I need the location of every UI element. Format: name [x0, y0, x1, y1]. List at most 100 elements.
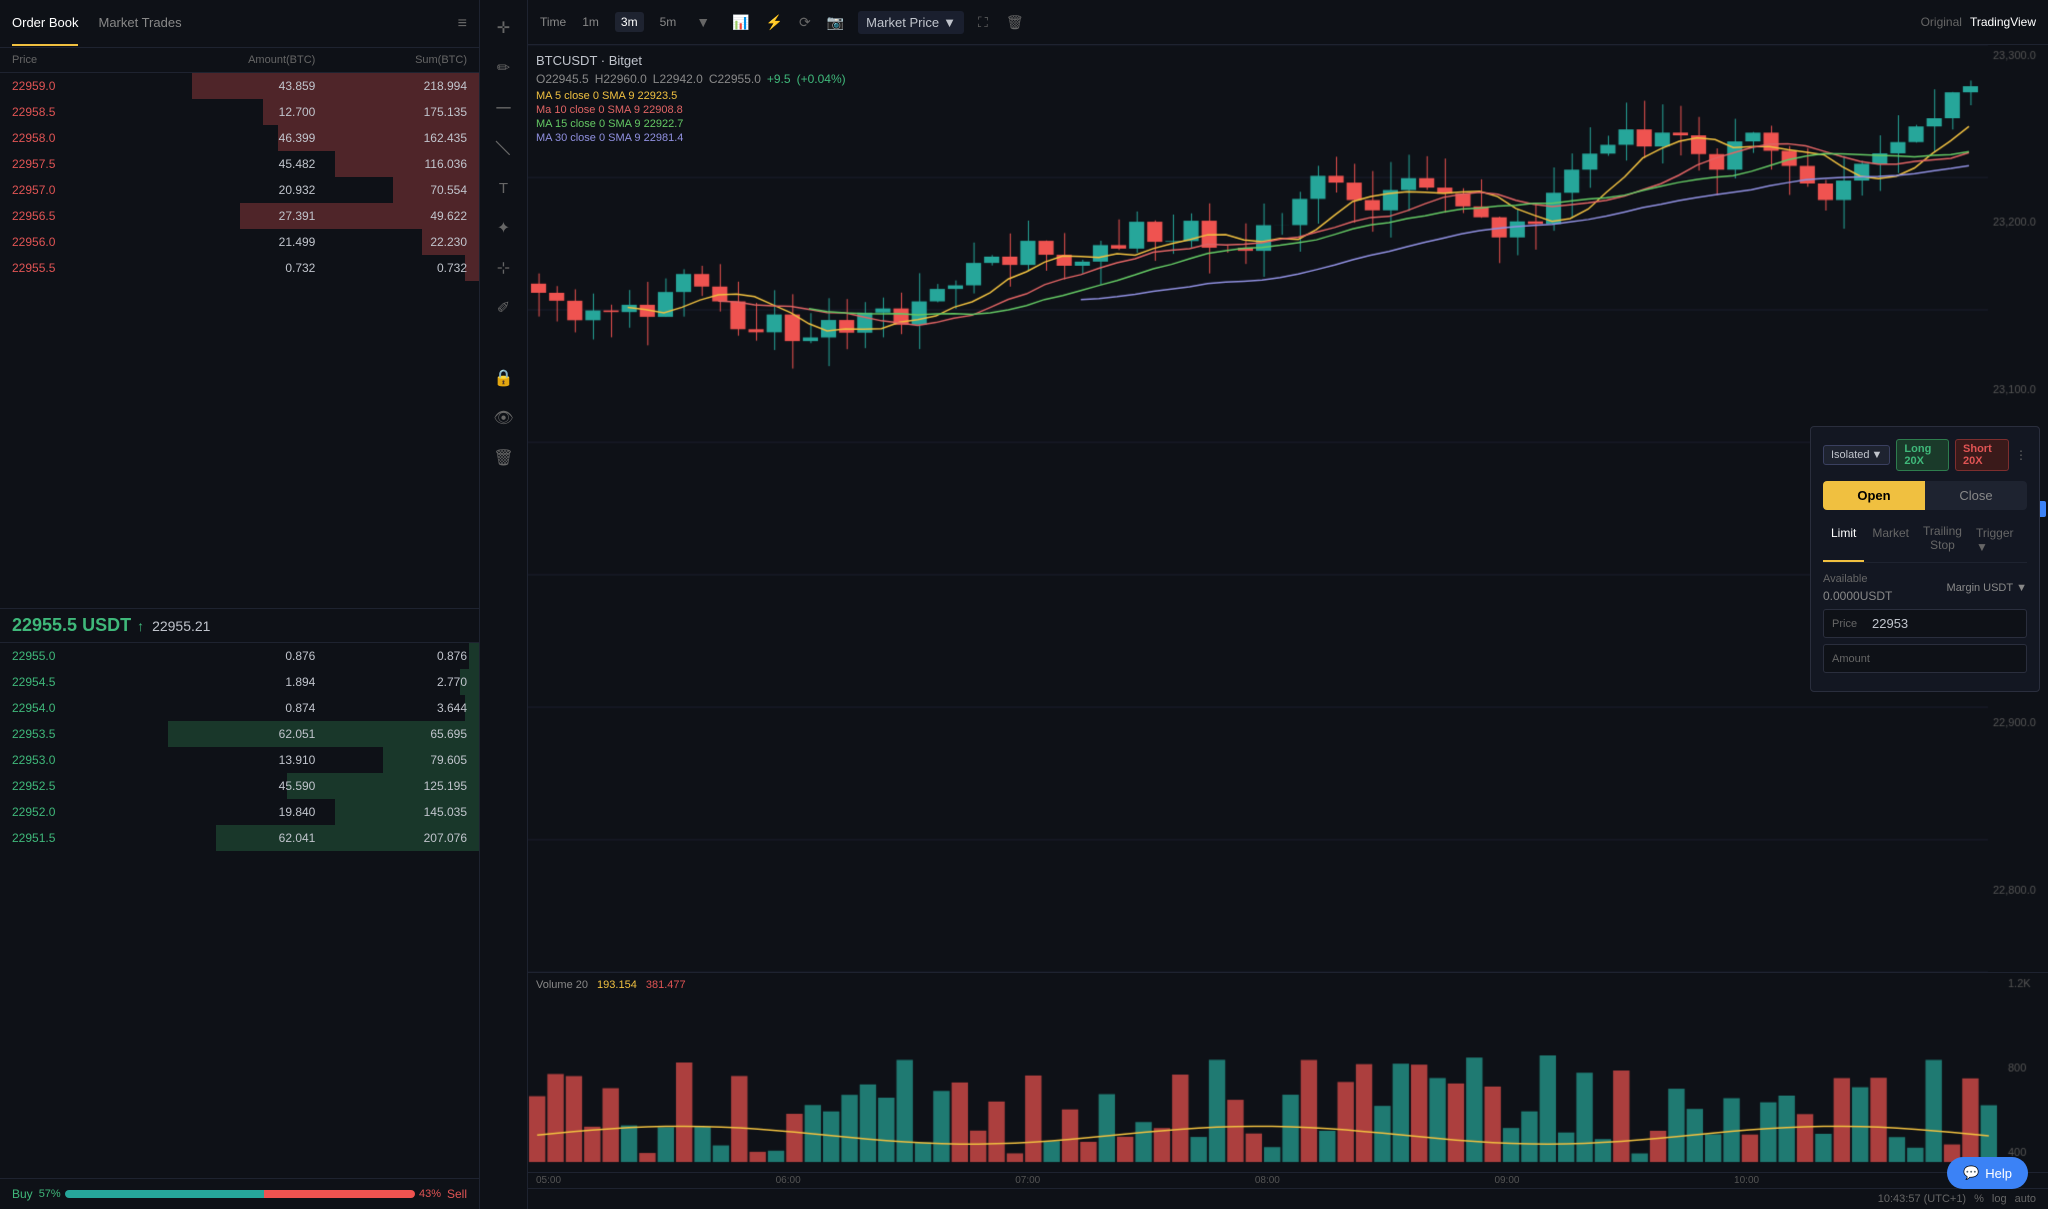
- time-axis-label: 08:00: [1255, 1175, 1280, 1186]
- sell-amount: 43.859: [164, 79, 316, 93]
- time-axis-label: 07:00: [1015, 1175, 1040, 1186]
- auto-label: auto: [2015, 1193, 2036, 1205]
- node-tool[interactable]: ⊹: [486, 250, 522, 286]
- lock-tool[interactable]: 🔒: [486, 360, 522, 396]
- sell-price: 22957.0: [12, 183, 164, 197]
- log-label: log: [1992, 1193, 2007, 1205]
- camera-icon[interactable]: 📷: [823, 12, 848, 33]
- trigger-label: Trigger: [1976, 526, 2014, 540]
- cursor-tool[interactable]: ✛: [486, 10, 522, 46]
- spread-bar: 22955.5 USDT ↑ 22955.21: [0, 608, 479, 643]
- isolated-btn[interactable]: Isolated ▼: [1823, 445, 1890, 465]
- buy-price: 22953.5: [12, 727, 164, 741]
- price-input-row[interactable]: Price USDT: [1823, 609, 2027, 638]
- sell-progress: [264, 1190, 415, 1198]
- market-price-btn[interactable]: Market Price ▼: [858, 11, 964, 34]
- time-3m[interactable]: 3m: [615, 12, 644, 32]
- help-icon: 💬: [1963, 1165, 1979, 1181]
- buy-amount: 45.590: [164, 779, 316, 793]
- time-1m[interactable]: 1m: [576, 12, 605, 32]
- indicator-icon[interactable]: ⚡: [762, 12, 787, 33]
- time-label: Time: [540, 15, 566, 29]
- buy-label: Buy: [12, 1187, 33, 1201]
- sell-price: 22956.0: [12, 235, 164, 249]
- trend-line-tool[interactable]: │: [478, 123, 529, 174]
- buy-sum: 3.644: [315, 701, 467, 715]
- volume-chart: Volume 20 193.154 381.477: [528, 972, 2048, 1172]
- eye-visibility-tool[interactable]: 👁: [486, 400, 522, 436]
- panel-menu-icon[interactable]: ≡: [458, 15, 467, 33]
- limit-tab[interactable]: Limit: [1823, 520, 1864, 562]
- buy-order-row: 22953.0 13.910 79.605: [0, 747, 479, 773]
- buy-order-row: 22951.5 62.041 207.076: [0, 825, 479, 851]
- sell-order-row: 22957.0 20.932 70.554: [0, 177, 479, 203]
- horizontal-line-tool[interactable]: ─: [486, 90, 522, 126]
- sell-amount: 12.700: [164, 105, 316, 119]
- text-tool[interactable]: T: [486, 170, 522, 206]
- pen-tool[interactable]: ✏: [486, 50, 522, 86]
- help-button[interactable]: 💬 Help: [1947, 1157, 2028, 1189]
- form-menu-icon[interactable]: ⋮: [2015, 448, 2027, 462]
- bar-chart-icon[interactable]: 📊: [728, 12, 753, 33]
- isolated-label: Isolated: [1831, 449, 1870, 461]
- close-tab[interactable]: Close: [1925, 481, 2027, 510]
- price-input[interactable]: [1872, 616, 2048, 631]
- chevron-down-icon[interactable]: ▼: [692, 12, 714, 32]
- time-5m[interactable]: 5m: [654, 12, 683, 32]
- tabs-left: Order Book Market Trades: [12, 1, 182, 46]
- replay-icon[interactable]: ⟳: [795, 12, 815, 33]
- delete-layout-icon[interactable]: 🗑: [1002, 12, 1028, 33]
- buy-price: 22955.0: [12, 649, 164, 663]
- sell-amount: 0.732: [164, 261, 316, 275]
- buy-percent: 57%: [39, 1188, 61, 1200]
- market-tab[interactable]: Market: [1864, 520, 1917, 562]
- buy-amount: 1.894: [164, 675, 316, 689]
- sell-sum: 218.994: [315, 79, 467, 93]
- tradingview-link[interactable]: TradingView: [1970, 15, 2036, 29]
- bottom-bar: 10:43:57 (UTC+1) % log auto: [528, 1188, 2048, 1209]
- open-tab[interactable]: Open: [1823, 481, 1925, 510]
- buy-order-row: 22954.0 0.874 3.644: [0, 695, 479, 721]
- trigger-tab[interactable]: Trigger ▼: [1968, 520, 2027, 562]
- pencil-draw-tool[interactable]: ✐: [486, 290, 522, 326]
- trash-tool[interactable]: 🗑: [486, 440, 522, 476]
- form-top-row: Isolated ▼ Long 20X Short 20X ⋮: [1823, 439, 2027, 471]
- chart-tools: 📊 ⚡ ⟳ 📷: [728, 12, 848, 33]
- buy-price: 22954.0: [12, 701, 164, 715]
- tab-order-book[interactable]: Order Book: [12, 1, 78, 46]
- time-axis-label: 09:00: [1494, 1175, 1519, 1186]
- trading-form: Isolated ▼ Long 20X Short 20X ⋮ Open Clo…: [1810, 426, 2040, 692]
- buy-order-row: 22954.5 1.894 2.770: [0, 669, 479, 695]
- trailing-stop-tab[interactable]: Trailing Stop: [1917, 520, 1968, 562]
- buy-price: 22953.0: [12, 753, 164, 767]
- time-axis: 05:0006:0007:0008:0009:0010:0011:00: [528, 1172, 2048, 1188]
- market-price-chevron: ▼: [943, 15, 956, 30]
- time-axis-label: 06:00: [776, 1175, 801, 1186]
- tabs-header: Order Book Market Trades ≡: [0, 0, 479, 48]
- long-leverage-btn[interactable]: Long 20X: [1896, 439, 1949, 471]
- sell-order-row: 22958.5 12.700 175.135: [0, 99, 479, 125]
- sell-amount: 27.391: [164, 209, 316, 223]
- buy-price: 22952.0: [12, 805, 164, 819]
- measure-tool[interactable]: ✦: [486, 210, 522, 246]
- margin-select[interactable]: Margin USDT ▼: [1947, 582, 2027, 594]
- isolated-chevron: ▼: [1872, 449, 1883, 461]
- sell-orders: 22959.0 43.859 218.994 22958.5 12.700 17…: [0, 73, 479, 608]
- amount-input-row[interactable]: Amount BTC ▼: [1823, 644, 2027, 673]
- sell-sum: 175.135: [315, 105, 467, 119]
- sell-price: 22957.5: [12, 157, 164, 171]
- amount-input[interactable]: [1872, 651, 2048, 666]
- order-book-panel: Order Book Market Trades ≡ Price Amount(…: [0, 0, 480, 1209]
- header-price: Price: [12, 54, 164, 66]
- buy-sum: 79.605: [315, 753, 467, 767]
- original-link[interactable]: Original: [1921, 15, 1962, 29]
- time-axis-label: 05:00: [536, 1175, 561, 1186]
- fullscreen-icon[interactable]: ⛶: [974, 12, 992, 33]
- tab-market-trades[interactable]: Market Trades: [98, 1, 181, 46]
- buy-progress: [65, 1190, 265, 1198]
- buy-sum: 207.076: [315, 831, 467, 845]
- candlestick-chart: BTCUSDT · Bitget O22945.5 H22960.0 L2294…: [528, 45, 2048, 972]
- short-leverage-btn[interactable]: Short 20X: [1955, 439, 2009, 471]
- price-input-label: Price: [1832, 618, 1872, 630]
- spread-arrow: ↑: [137, 618, 144, 634]
